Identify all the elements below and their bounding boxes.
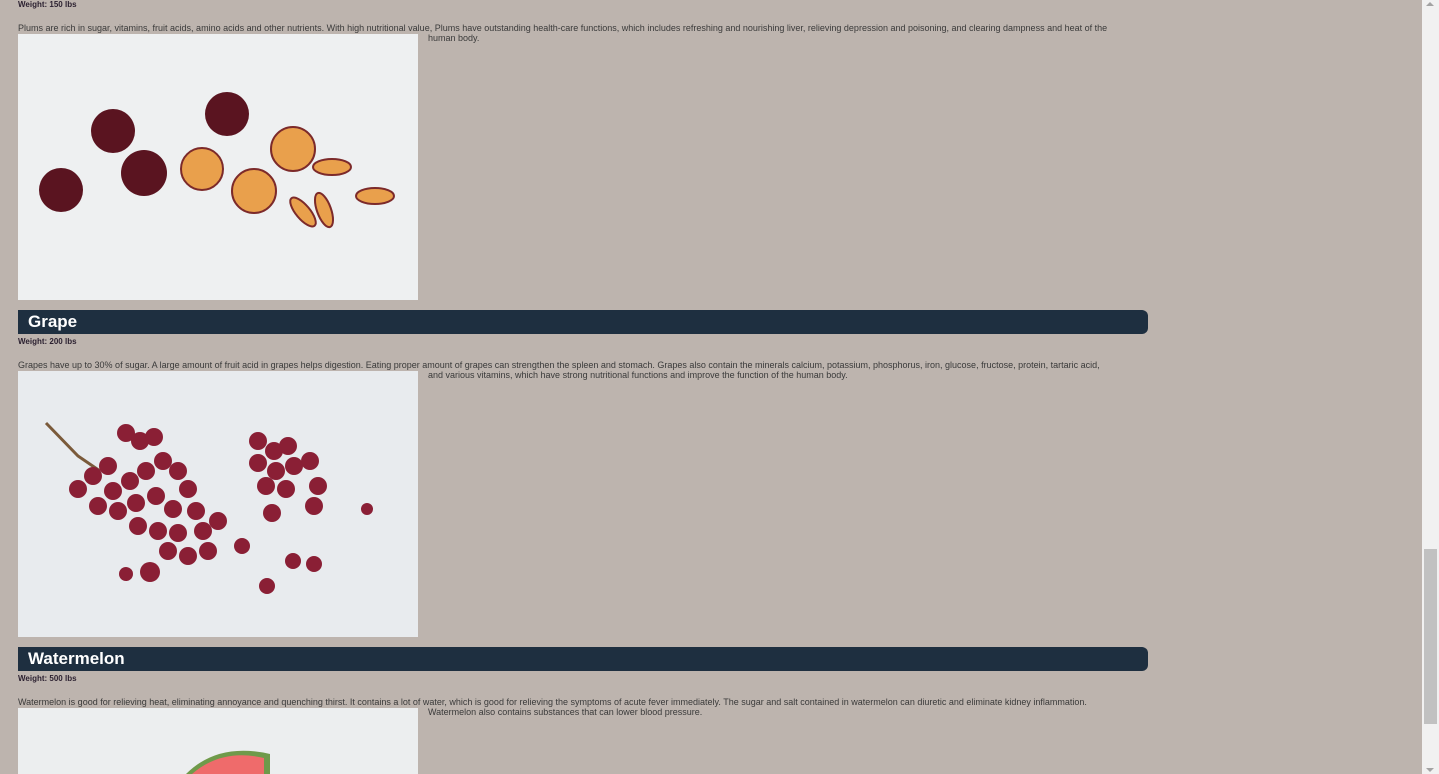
fruit-weight: Weight: 500 lbs [18,674,77,683]
plums-photo [18,34,418,300]
vertical-scrollbar[interactable] [1422,0,1439,774]
scroll-down-arrow-icon[interactable] [1426,768,1434,772]
fruit-name: Watermelon [28,649,125,668]
fruit-name: Grape [28,312,78,331]
fruit-weight: Weight: 200 lbs [18,337,77,346]
fruit-description-line1: Watermelon is good for relieving heat, e… [18,697,1087,707]
watermelon-photo [18,708,418,774]
fruit-description-line1: Plums are rich in sugar, vitamins, fruit… [18,23,1108,33]
fruit-weight: Weight: 150 lbs [18,0,77,9]
fruit-description-line1: Grapes have up to 30% of sugar. A large … [18,360,1100,370]
scroll-thumb[interactable] [1424,549,1437,724]
grapes-photo [18,371,418,637]
scroll-up-arrow-icon[interactable] [1426,2,1434,6]
fruit-header: Grape [18,310,1148,334]
fruit-header: Watermelon [18,647,1148,671]
